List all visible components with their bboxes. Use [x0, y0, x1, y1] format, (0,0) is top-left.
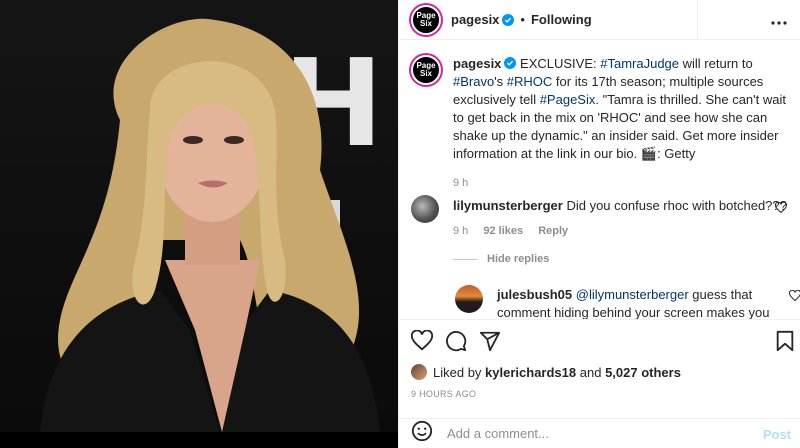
likes-summary: Liked by kylerichards18 and 5,027 others [411, 364, 681, 380]
commenter-avatar[interactable] [411, 195, 439, 223]
post-photo[interactable]: H [0, 0, 398, 448]
post-header: Page Six pagesix • Following [399, 0, 800, 40]
verified-badge-icon [504, 57, 517, 69]
pagesix-avatar[interactable]: Page Six [411, 4, 441, 35]
comment-likes[interactable]: 92 likes [483, 225, 523, 237]
post-side-panel: Page Six pagesix • Following Page Six pa… [398, 0, 800, 448]
instagram-post-modal: H Page Six pagesix • Following Page Six … [0, 0, 800, 448]
caption-time[interactable]: 9 h [453, 177, 468, 189]
caption-text: pagesix EXCLUSIVE: #TamraJudge will retu… [453, 55, 793, 163]
comment-heart-icon[interactable] [774, 201, 788, 219]
more-options-icon[interactable] [771, 12, 787, 30]
likes-mid: and [579, 364, 602, 380]
emoji-icon[interactable] [411, 420, 433, 447]
header-username[interactable]: pagesix [451, 12, 499, 27]
verified-badge-icon [502, 13, 515, 26]
comment-meta: 9 h 92 likes Reply [453, 225, 580, 237]
mention-link[interactable]: @lilymunsterberger [576, 287, 689, 302]
following-button[interactable]: Following [531, 12, 592, 27]
hashtag-link[interactable]: #TamraJudge [600, 56, 679, 71]
caption-part: will return to [679, 56, 753, 71]
reply-avatar[interactable] [455, 285, 483, 313]
separator-dot: • [520, 12, 525, 27]
add-comment-bar: Post [399, 418, 800, 448]
comment-input[interactable] [447, 426, 747, 441]
comment-text: lilymunsterberger Did you confuse rhoc w… [453, 198, 787, 213]
photo-bottom-strip [0, 432, 398, 448]
hide-replies-button[interactable]: Hide replies [453, 253, 549, 265]
comment-body: Did you confuse rhoc with botched??? [566, 198, 787, 213]
liker-username[interactable]: kylerichards18 [485, 365, 576, 380]
comment-icon[interactable] [445, 330, 467, 357]
reply-text: julesbush05 @lilymunsterberger guess tha… [497, 286, 777, 319]
share-icon[interactable] [479, 330, 501, 357]
bookmark-icon[interactable] [775, 330, 795, 357]
likes-prefix: Liked by [433, 364, 482, 380]
action-bar [399, 319, 800, 363]
likes-count[interactable]: 5,027 others [605, 365, 681, 380]
reply-heart-icon[interactable] [788, 289, 800, 307]
caption-part: 's [494, 74, 507, 89]
comments-section[interactable]: Page Six pagesix EXCLUSIVE: #TamraJudge … [399, 41, 800, 319]
post-button[interactable]: Post [763, 427, 791, 442]
caption-avatar[interactable]: Page Six [411, 55, 441, 85]
hashtag-link[interactable]: #Bravo [453, 74, 494, 89]
photo-illustration: H [40, 18, 383, 432]
comment-username[interactable]: lilymunsterberger [453, 198, 563, 213]
post-timestamp[interactable]: 9 HOURS AGO [411, 389, 476, 399]
caption-username[interactable]: pagesix [453, 56, 501, 71]
reply-button[interactable]: Reply [538, 225, 568, 237]
caption-part: EXCLUSIVE: [516, 56, 601, 71]
liker-avatar[interactable] [411, 364, 427, 380]
comment-time[interactable]: 9 h [453, 225, 468, 237]
heart-icon[interactable] [410, 329, 434, 357]
hashtag-link[interactable]: #PageSix [540, 92, 596, 107]
hashtag-link[interactable]: #RHOC [507, 74, 553, 89]
reply-username[interactable]: julesbush05 [497, 287, 572, 302]
